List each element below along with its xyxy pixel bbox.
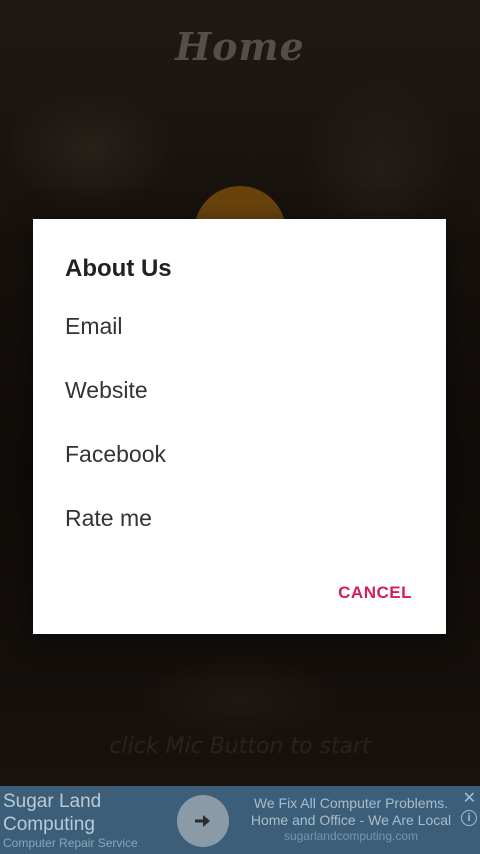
menu-item-rate-me[interactable]: Rate me <box>33 490 446 546</box>
cancel-button[interactable]: CANCEL <box>328 575 422 611</box>
ad-arrow-button[interactable] <box>177 795 229 847</box>
ad-text: We Fix All Computer Problems. Home and O… <box>250 795 452 828</box>
ad-domain: sugarlandcomputing.com <box>283 829 419 843</box>
ad-banner[interactable]: Sugar Land Computing Computer Repair Ser… <box>0 786 480 854</box>
menu-item-website[interactable]: Website <box>33 362 446 418</box>
menu-item-email[interactable]: Email <box>33 298 446 354</box>
arrow-right-icon <box>195 815 210 827</box>
close-icon[interactable]: ✕ <box>463 788 476 808</box>
about-us-dialog: About Us Email Website Facebook Rate me … <box>33 219 446 634</box>
ad-subtitle: Computer Repair Service <box>3 836 138 850</box>
dialog-title: About Us <box>65 255 172 282</box>
menu-item-facebook[interactable]: Facebook <box>33 426 446 482</box>
info-icon[interactable]: i <box>461 810 477 826</box>
ad-title[interactable]: Sugar Land Computing <box>3 790 173 836</box>
